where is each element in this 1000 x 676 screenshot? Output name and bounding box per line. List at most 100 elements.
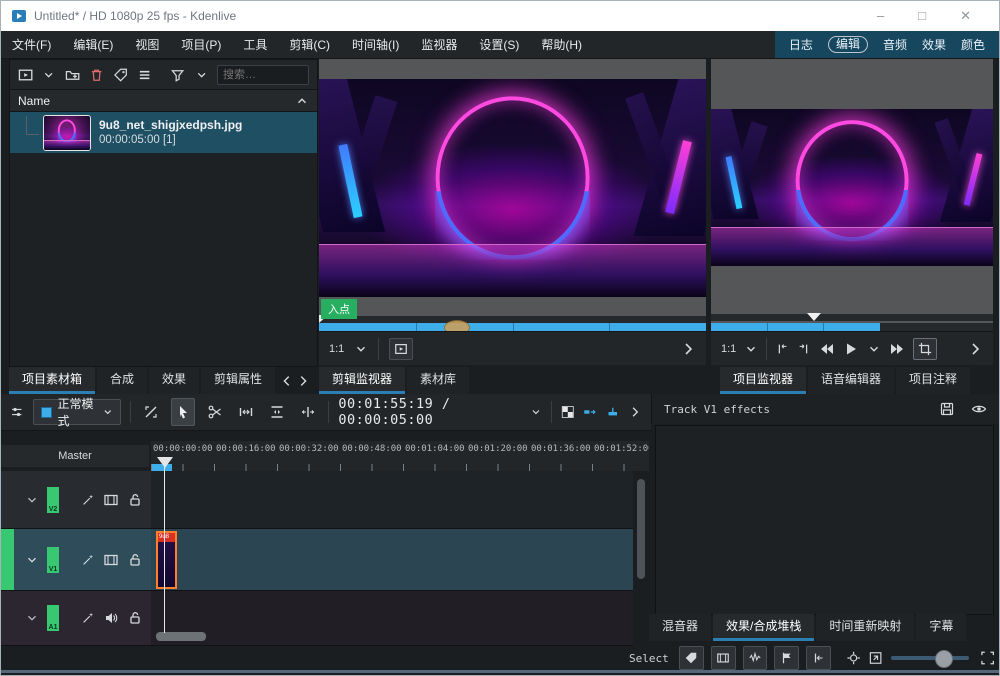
timeline-ruler[interactable]: 00:00:00:00 00:00:16:00 00:00:32:00 00:0…	[151, 441, 649, 471]
play-dropdown-icon[interactable]	[867, 342, 881, 356]
collapse-track-icon[interactable]	[25, 611, 39, 625]
tab-clip-properties[interactable]: 剪辑属性	[201, 367, 276, 394]
clip-monitor-zone-bar[interactable]	[319, 320, 706, 335]
track-v1-lane[interactable]	[151, 529, 633, 591]
playhead-line[interactable]	[164, 457, 165, 633]
zoom-dropdown-icon[interactable]	[744, 342, 758, 356]
playhead-marker[interactable]	[157, 457, 173, 468]
track-target-v1[interactable]	[1, 529, 14, 590]
zone-mode-button[interactable]	[913, 337, 938, 360]
rewind-icon[interactable]	[819, 341, 835, 357]
workspace-editing[interactable]: 编辑	[827, 36, 868, 53]
overwrite-zone-icon[interactable]	[606, 404, 620, 420]
mute-track-icon[interactable]	[103, 610, 119, 626]
clip-monitor-zoom-level[interactable]: 1:1	[329, 343, 344, 355]
tag-icon[interactable]	[113, 67, 128, 83]
tab-speech-editor[interactable]: 语音编辑器	[808, 367, 895, 394]
master-track-button[interactable]: Master	[1, 445, 149, 467]
maximize-button[interactable]: □	[918, 8, 926, 24]
track-header-v1[interactable]: V1	[1, 529, 151, 591]
timeline-clip[interactable]: 9u8	[156, 531, 177, 589]
tab-compositions[interactable]: 合成	[97, 367, 148, 394]
clip-monitor-ruler[interactable]	[319, 315, 706, 323]
workspace-color[interactable]: 颜色	[961, 36, 985, 53]
zoom-project-icon[interactable]	[868, 650, 883, 666]
track-v2-lane[interactable]	[151, 471, 633, 529]
menu-view[interactable]: 视图	[124, 32, 170, 58]
spacer-tool-button[interactable]	[235, 399, 257, 425]
save-effect-stack-icon[interactable]	[939, 401, 955, 417]
menu-tools[interactable]: 工具	[232, 32, 278, 58]
track-effects-wand-icon[interactable]	[81, 611, 95, 625]
track-a1-lane[interactable]	[151, 591, 633, 646]
bin-menu-icon[interactable]	[137, 67, 152, 83]
add-clip-icon[interactable]	[18, 67, 33, 83]
track-header-v2[interactable]: V2	[1, 471, 151, 529]
edit-mode-dropdown[interactable]: 正常模式	[32, 397, 122, 428]
hide-video-icon[interactable]	[103, 492, 119, 508]
show-markers-button[interactable]	[774, 646, 800, 670]
play-icon[interactable]	[843, 341, 859, 357]
zoom-slider-handle[interactable]	[934, 650, 953, 668]
show-tags-button[interactable]	[678, 646, 704, 670]
delete-clip-icon[interactable]	[89, 67, 104, 83]
menu-clip[interactable]: 剪辑(C)	[278, 32, 341, 58]
track-label-a1[interactable]: A1	[47, 605, 59, 631]
show-audio-thumbnails-button[interactable]	[742, 646, 768, 670]
menu-monitor[interactable]: 监视器	[410, 32, 468, 58]
menu-edit[interactable]: 编辑(E)	[62, 32, 124, 58]
tab-effect-stack[interactable]: 效果/合成堆栈	[713, 614, 815, 641]
workspace-audio[interactable]: 音频	[883, 36, 907, 53]
lock-track-icon[interactable]	[127, 492, 143, 508]
lock-track-icon[interactable]	[127, 552, 143, 568]
timeline-horizontal-scrollbar[interactable]	[156, 632, 206, 641]
tab-project-bin[interactable]: 项目素材箱	[9, 367, 96, 394]
tab-clip-monitor[interactable]: 剪辑监视器	[319, 367, 406, 394]
project-monitor-ruler[interactable]	[711, 313, 993, 321]
minimize-button[interactable]: –	[877, 8, 884, 24]
bin-column-header[interactable]: Name	[10, 90, 317, 112]
tab-project-notes[interactable]: 项目注释	[896, 367, 971, 394]
insert-zone-icon[interactable]	[583, 404, 597, 420]
project-monitor-playhead[interactable]	[807, 313, 821, 321]
sort-chevron-up-icon[interactable]	[295, 94, 309, 108]
fast-forward-icon[interactable]	[889, 341, 905, 357]
collapse-track-icon[interactable]	[25, 493, 39, 507]
goto-zone-start-icon[interactable]	[775, 342, 789, 356]
add-clip-dropdown-icon[interactable]	[42, 68, 55, 82]
tabs-scroll-right-icon[interactable]	[296, 374, 310, 388]
timeline-adjust-icon[interactable]	[10, 404, 24, 420]
tab-subtitles[interactable]: 字幕	[916, 614, 967, 641]
timeline-zoom-slider[interactable]	[890, 650, 969, 668]
mix-tool-button[interactable]	[140, 399, 162, 425]
goto-zone-end-icon[interactable]	[797, 342, 811, 356]
show-video-thumbnails-button[interactable]	[710, 646, 736, 670]
selection-tool-button[interactable]	[171, 398, 196, 426]
tab-effects[interactable]: 效果	[149, 367, 200, 394]
tab-library[interactable]: 素材库	[407, 367, 470, 394]
monitor-overlay-button[interactable]	[389, 337, 414, 360]
track-label-v2[interactable]: V2	[47, 486, 59, 513]
project-monitor-zoom-level[interactable]: 1:1	[721, 343, 736, 355]
lock-track-icon[interactable]	[127, 610, 143, 626]
hide-video-icon[interactable]	[103, 552, 119, 568]
tab-project-monitor[interactable]: 项目监视器	[720, 367, 807, 394]
workspace-effects[interactable]: 效果	[922, 36, 946, 53]
clip-monitor-expand-icon[interactable]	[680, 341, 696, 357]
menu-project[interactable]: 项目(P)	[170, 32, 232, 58]
transparency-icon[interactable]	[561, 404, 575, 420]
workspace-logging[interactable]: 日志	[789, 36, 813, 53]
track-target-a1[interactable]	[1, 591, 14, 645]
filter-icon[interactable]	[170, 67, 185, 83]
project-monitor-expand-icon[interactable]	[967, 341, 983, 357]
bin-clip-item[interactable]: 9u8_net_shigjxedpsh.jpg 00:00:05:00 [1]	[10, 112, 317, 153]
show-effects-eye-icon[interactable]	[971, 401, 987, 417]
menu-help[interactable]: 帮助(H)	[530, 32, 593, 58]
timeline-timecode[interactable]: 00:01:55:19 / 00:00:05:00	[338, 396, 521, 428]
razor-tool-button[interactable]	[204, 399, 226, 425]
zoom-dropdown-icon[interactable]	[354, 342, 368, 356]
toolbar-more-icon[interactable]	[628, 404, 642, 420]
track-effects-wand-icon[interactable]	[81, 553, 95, 567]
snap-button[interactable]	[806, 646, 832, 670]
zoom-to-fit-icon[interactable]	[846, 650, 861, 666]
